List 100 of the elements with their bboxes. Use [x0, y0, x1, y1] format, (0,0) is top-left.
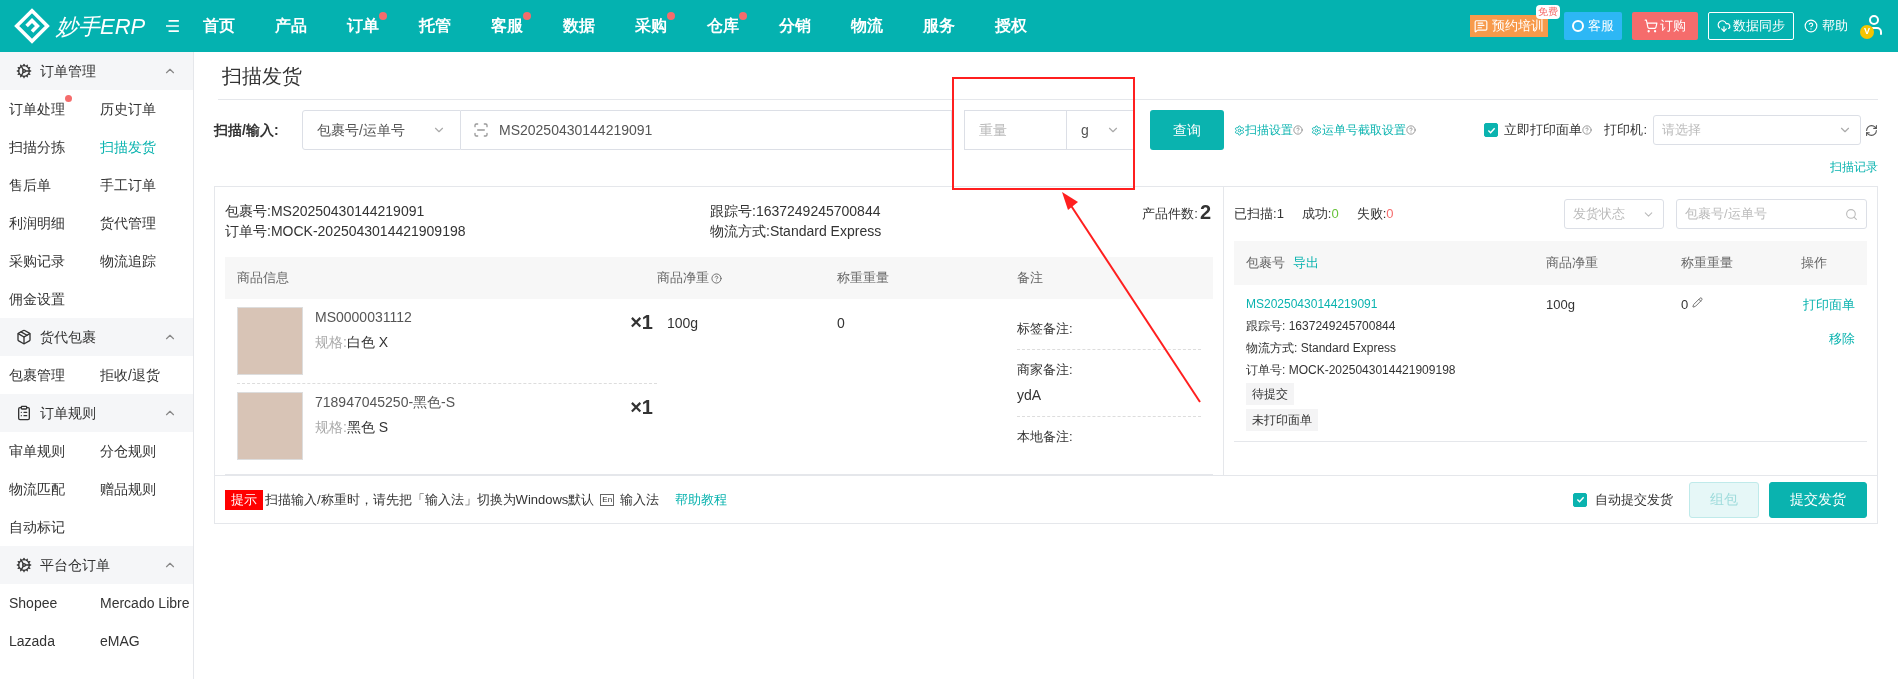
ime-key: En — [600, 493, 615, 506]
gear-icon — [16, 63, 32, 79]
printer-label: 打印机: — [1604, 121, 1647, 140]
product-quantity: ×1 — [630, 310, 654, 335]
unit-select[interactable]: g — [1067, 110, 1135, 150]
sidebar-item[interactable]: 赠品规则 — [100, 481, 156, 497]
sidebar-item[interactable]: 扫描发货 — [100, 139, 156, 155]
sidebar-item[interactable]: 利润明细 — [9, 215, 65, 231]
export-link[interactable]: 导出 — [1293, 253, 1319, 273]
sidebar-group-header[interactable]: 订单管理 — [0, 52, 193, 90]
page-title: 扫描发货 — [222, 64, 302, 89]
photo-placeholder — [237, 307, 303, 375]
shipping-method: 物流方式:Standard Express — [710, 222, 883, 241]
package-number: 包裹号:MS20250430144219091 — [225, 202, 426, 221]
help-link[interactable]: 帮助 — [1804, 16, 1848, 36]
tracking-number: 跟踪号:1637249245700844 — [710, 202, 882, 221]
scan-input[interactable]: MS20250430144219091 — [461, 110, 952, 150]
sidebar-item[interactable]: Lazada — [9, 633, 55, 649]
product-spec: 规格:黑色 S — [315, 418, 390, 437]
sync-button[interactable]: 数据同步 — [1708, 12, 1794, 40]
nav-item[interactable]: 产品 — [275, 17, 307, 34]
sidebar-item[interactable]: 审单规则 — [9, 443, 65, 459]
sidebar-item[interactable]: 物流追踪 — [100, 253, 156, 269]
training-button[interactable]: 预约培训 — [1470, 15, 1548, 37]
search-icon — [1845, 207, 1858, 221]
checkbox[interactable] — [1573, 492, 1587, 507]
checkbox[interactable] — [1484, 123, 1499, 137]
order-number: 订单号:MOCK-2025043014421909198 — [225, 222, 467, 241]
print-now-label: 立即打印面单 — [1504, 121, 1583, 140]
sidebar-item[interactable]: 自动标记 — [9, 519, 65, 535]
sidebar-item[interactable]: 扫描分拣 — [9, 139, 65, 155]
scanned-count: 已扫描:1 — [1234, 205, 1284, 224]
sidebar-item[interactable]: 分仓规则 — [100, 443, 156, 459]
status-select[interactable]: 发货状态 — [1564, 199, 1664, 229]
weighed-weight: 0 — [837, 314, 846, 333]
help-tutorial-link[interactable]: 帮助教程 — [675, 489, 728, 510]
nav-item[interactable]: 仓库 — [707, 17, 739, 34]
printer-select[interactable]: 请选择 — [1653, 115, 1861, 145]
sidebar-item[interactable]: 历史订单 — [100, 101, 156, 117]
action-link[interactable]: 移除 — [1829, 328, 1855, 348]
column-header: 包裹号 — [1246, 254, 1285, 273]
nav-item[interactable]: 物流 — [851, 17, 883, 34]
refresh-icon[interactable] — [1865, 123, 1878, 137]
weighed-weight: 0 — [1681, 296, 1689, 314]
avatar[interactable]: V — [1860, 13, 1886, 39]
nav-item[interactable]: 授权 — [995, 17, 1027, 34]
checkmark-icon — [1486, 125, 1496, 135]
nav-item[interactable]: 分销 — [779, 17, 811, 34]
nav-item[interactable]: 客服 — [491, 17, 523, 34]
sidebar-item[interactable]: Mercado Libre — [100, 595, 190, 611]
net-weight: 100g — [1546, 296, 1576, 314]
nav-item[interactable]: 服务 — [923, 17, 955, 34]
sidebar-item[interactable]: 采购记录 — [9, 253, 65, 269]
sidebar-item[interactable]: 售后单 — [9, 177, 51, 193]
cloud-icon — [1717, 19, 1731, 33]
sidebar-group-header[interactable]: 订单规则 — [0, 394, 193, 432]
sidebar-item[interactable]: eMAG — [100, 633, 140, 649]
query-button[interactable]: 查询 — [1150, 110, 1224, 150]
sidebar-item[interactable]: 手工订单 — [100, 177, 156, 193]
auto-submit-label: 自动提交发货 — [1595, 490, 1673, 509]
package-number-link[interactable]: MS20250430144219091 — [1246, 295, 1378, 313]
product-sku: MS0000031112 — [315, 308, 413, 327]
scan-label: 扫描/输入: — [214, 120, 280, 140]
sidebar-item[interactable]: 物流匹配 — [9, 481, 65, 497]
pencil-icon[interactable] — [1692, 297, 1704, 308]
nav-item[interactable]: 采购 — [635, 17, 667, 34]
sidebar-group-header[interactable]: 货代包裹 — [0, 318, 193, 356]
nav-item[interactable]: 订单 — [347, 17, 379, 34]
note-label: 标签备注: — [1017, 320, 1074, 338]
failed-count: 失败:0 — [1356, 205, 1394, 224]
menu-icon[interactable] — [165, 20, 179, 32]
help-icon — [1406, 125, 1416, 135]
sidebar-item[interactable]: 包裹管理 — [9, 367, 65, 383]
nav-item[interactable]: 首页 — [203, 17, 235, 34]
product-count: 2 — [1199, 201, 1211, 223]
weight-input[interactable]: 重量 — [964, 110, 1067, 150]
order-number: 订单号: MOCK-2025043014421909198 — [1246, 362, 1456, 379]
scan-records-link[interactable]: 扫描记录 — [1830, 158, 1878, 176]
package-search-field[interactable]: 包裹号/运单号 — [1676, 199, 1867, 229]
sidebar-item[interactable]: 佣金设置 — [9, 291, 65, 307]
column-header: 备注 — [1017, 269, 1044, 288]
scan-settings-link[interactable]: 扫描设置 — [1234, 121, 1303, 139]
sidebar-item[interactable]: 拒收/退货 — [100, 367, 160, 383]
action-link[interactable]: 打印面单 — [1803, 295, 1855, 315]
waybill-settings-link[interactable]: 运单号截取设置 — [1311, 121, 1416, 139]
gear-icon — [1234, 124, 1245, 136]
sidebar-item[interactable]: Shopee — [9, 595, 58, 611]
sidebar-item[interactable]: 货代管理 — [100, 215, 156, 231]
note-label: 本地备注: — [1017, 428, 1074, 446]
submit-button[interactable]: 提交发货 — [1769, 481, 1867, 518]
type-select[interactable]: 包裹号/运单号 — [302, 110, 461, 150]
logo[interactable]: 妙手ERP — [0, 8, 165, 44]
column-header: 称重重量 — [1681, 254, 1733, 273]
vip-badge: V — [1860, 25, 1874, 39]
service-button[interactable]: 客服 — [1564, 12, 1622, 40]
nav-item[interactable]: 托管 — [419, 17, 451, 34]
sidebar-item[interactable]: 订单处理 — [9, 101, 65, 117]
order-button[interactable]: 订购 — [1632, 12, 1698, 40]
nav-item[interactable]: 数据 — [563, 17, 595, 34]
sidebar-group-header[interactable]: 平台仓订单 — [0, 546, 193, 584]
